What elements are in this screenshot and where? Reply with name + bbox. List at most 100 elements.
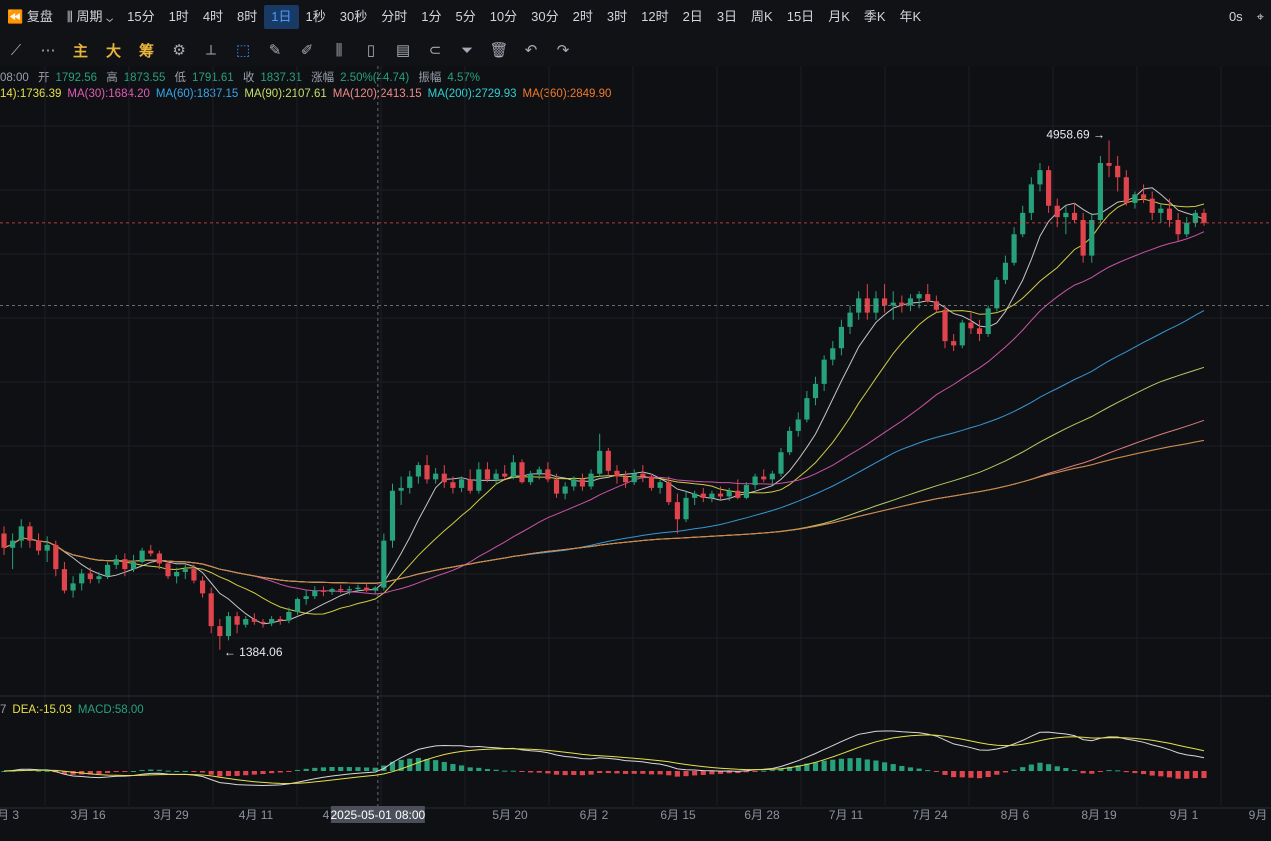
macd-bar (243, 771, 249, 776)
macd-bar (502, 770, 508, 772)
macd-bar (769, 770, 775, 772)
macd-bar (700, 771, 706, 775)
macd-bar (320, 767, 327, 771)
trash-icon[interactable]: 🗑 (483, 41, 515, 59)
interval-tab-6[interactable]: 30秒 (333, 5, 374, 29)
interval-tab-1[interactable]: 1时 (162, 5, 196, 29)
interval-tab-12[interactable]: 2时 (566, 5, 600, 29)
interval-tab-3[interactable]: 8时 (230, 5, 264, 29)
macd-bar (683, 771, 689, 777)
candle-body (1028, 184, 1034, 213)
macd-bar (890, 764, 896, 771)
candle-body (666, 482, 672, 503)
macd-bar (640, 771, 646, 774)
ruler-icon[interactable]: ⟂ (195, 42, 227, 59)
interval-tab-19[interactable]: 月K (821, 5, 857, 29)
candle-body (648, 476, 655, 488)
macd-bar (182, 770, 188, 772)
indicator-big[interactable]: 大 (97, 40, 130, 61)
macd-bar (933, 771, 939, 772)
interval-tab-14[interactable]: 12时 (634, 5, 675, 29)
interval-tab-5[interactable]: 1秒 (299, 5, 333, 29)
measure-icon[interactable]: ✎ (259, 41, 291, 59)
interval-tab-20[interactable]: 季K (857, 5, 893, 29)
undo-icon[interactable]: ↶ (515, 41, 547, 59)
candle-body (743, 485, 750, 498)
macd-bar (942, 771, 948, 775)
macd-bar (294, 769, 301, 771)
candle-body (312, 590, 318, 597)
candle-body (976, 328, 983, 334)
camera-icon[interactable]: ⌖ (1250, 5, 1271, 29)
period-dropdown[interactable]: ⫼ 周期 ⌄ (60, 5, 120, 29)
candle-body (44, 544, 50, 551)
clipboard-icon[interactable]: ▯ (355, 41, 387, 59)
candle-body (579, 479, 586, 487)
macd-bar (234, 771, 240, 776)
candle-icon: ⫼ (66, 9, 73, 24)
interval-tab-0[interactable]: 15分 (120, 5, 161, 29)
candle-body (545, 469, 551, 480)
interval-tab-15[interactable]: 2日 (676, 5, 710, 29)
interval-tab-8[interactable]: 1分 (414, 5, 448, 29)
macd-bar (148, 769, 154, 771)
candle-body (847, 312, 853, 327)
candle-body (510, 462, 516, 477)
candle-body (657, 482, 663, 488)
interval-tab-18[interactable]: 15日 (780, 5, 821, 29)
interval-tab-17[interactable]: 周K (744, 5, 780, 29)
settings-icon[interactable]: ⚙ (163, 41, 195, 59)
candle-body (467, 479, 473, 491)
candle-body (778, 452, 784, 474)
more-icon[interactable]: ⋯ (32, 41, 64, 59)
interval-tab-13[interactable]: 3时 (600, 5, 634, 29)
macd-bar (208, 771, 214, 775)
select-icon[interactable]: ⬚ (227, 41, 259, 59)
macd-bar (1028, 764, 1034, 771)
ma-line (3, 439, 1205, 584)
candle-body (79, 573, 85, 584)
candle-body (881, 298, 888, 306)
candle-body (1115, 165, 1121, 178)
countdown: 0s (1228, 9, 1243, 24)
interval-tab-9[interactable]: 5分 (448, 5, 482, 29)
candle-body (225, 616, 232, 637)
price-chart[interactable]: 4958.69 → ← 1384.06 月 3 3月 16 3月 29 4月 11 4 5月 … (0, 66, 1271, 841)
candle-body (294, 599, 301, 612)
indicator-chips[interactable]: 筹 (130, 40, 163, 61)
interval-tab-7[interactable]: 分时 (374, 5, 414, 29)
interval-tab-2[interactable]: 4时 (196, 5, 230, 29)
interval-tab-4[interactable]: 1日 (264, 5, 299, 29)
line-tool-icon[interactable]: ⟋ (0, 42, 32, 59)
candle-body (320, 590, 327, 592)
x-axis-label: 4 (323, 808, 330, 822)
macd-bar (1175, 771, 1181, 779)
macd-bar (1037, 762, 1043, 771)
brush-icon[interactable]: ✐ (291, 41, 323, 59)
edit-icon[interactable]: ▤ (387, 41, 419, 59)
magnet-icon[interactable]: ⊂ (419, 41, 451, 59)
macd-bar (122, 771, 128, 772)
filter-icon[interactable]: ⏷ (451, 42, 483, 59)
x-axis-label: 4月 11 (239, 808, 274, 822)
candles-icon[interactable]: ⫼ (323, 42, 355, 59)
interval-tab-11[interactable]: 30分 (524, 5, 565, 29)
candle-body (717, 493, 724, 497)
macd-bar (1184, 771, 1190, 779)
macd-bar (199, 771, 206, 773)
redo-icon[interactable]: ↷ (547, 41, 579, 59)
candle-body (588, 473, 594, 487)
replay-button[interactable]: ⏪ 复盘 (0, 5, 60, 29)
interval-tab-16[interactable]: 3日 (710, 5, 744, 29)
macd-bar (130, 770, 137, 772)
macd-bar (1192, 771, 1198, 779)
indicator-main[interactable]: 主 (64, 40, 97, 61)
crosshair-date-label: 2025-05-01 08:00 (330, 808, 425, 822)
x-axis-label: 6月 2 (580, 808, 609, 822)
candle-body (398, 487, 404, 491)
interval-tab-10[interactable]: 10分 (483, 5, 524, 29)
candle-body (139, 550, 145, 562)
candle-body (622, 476, 629, 483)
macd-bar (493, 769, 499, 771)
interval-tab-21[interactable]: 年K (893, 5, 929, 29)
